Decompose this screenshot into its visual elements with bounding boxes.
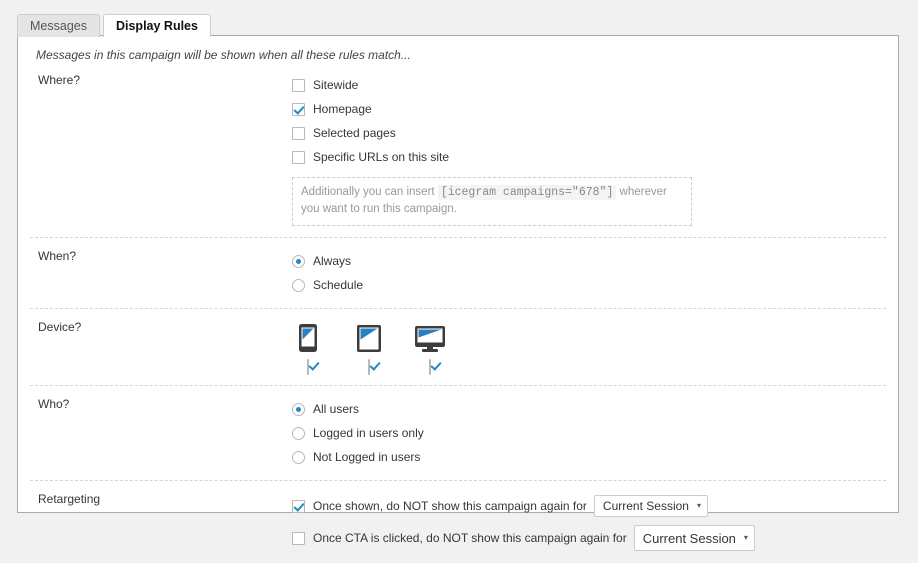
tab-display-rules[interactable]: Display Rules — [103, 14, 211, 37]
option-sitewide-label: Sitewide — [313, 78, 358, 92]
device-options — [292, 320, 886, 374]
who-label: Who? — [30, 397, 292, 411]
chevron-down-icon: ▾ — [697, 502, 701, 510]
shortcode-note: Additionally you can insert [icegram cam… — [292, 177, 692, 226]
tab-messages[interactable]: Messages — [17, 14, 100, 37]
option-schedule[interactable]: Schedule — [292, 273, 886, 297]
radio-always[interactable] — [292, 255, 305, 268]
desktop-icon — [415, 322, 445, 352]
option-specific-urls-label: Specific URLs on this site — [313, 150, 449, 164]
checkbox-once-shown[interactable] — [292, 500, 305, 513]
option-specific-urls[interactable]: Specific URLs on this site — [292, 145, 886, 169]
device-tablet[interactable] — [353, 322, 385, 374]
radio-logged-in-users[interactable] — [292, 427, 305, 440]
option-selected-pages[interactable]: Selected pages — [292, 121, 886, 145]
radio-not-logged-in-users[interactable] — [292, 451, 305, 464]
retarget-cta-clicked-row: Once CTA is clicked, do NOT show this ca… — [292, 524, 886, 552]
select-cta-clicked-value: Current Session — [643, 531, 736, 546]
retargeting-options: Once shown, do NOT show this campaign ag… — [292, 492, 886, 552]
checkbox-selected-pages[interactable] — [292, 127, 305, 140]
device-tablet-check-wrap — [368, 360, 370, 374]
retarget-once-shown-row: Once shown, do NOT show this campaign ag… — [292, 492, 886, 520]
once-shown-label: Once shown, do NOT show this campaign ag… — [313, 499, 587, 513]
shortcode-note-prefix: Additionally you can insert — [301, 186, 435, 198]
retargeting-label: Retargeting — [30, 492, 292, 506]
rule-row-who: Who? All users Logged in users only Not … — [30, 386, 886, 481]
checkbox-device-mobile[interactable] — [307, 359, 309, 375]
option-logged-in-users[interactable]: Logged in users only — [292, 421, 886, 445]
option-all-users-label: All users — [313, 402, 359, 416]
checkbox-specific-urls[interactable] — [292, 151, 305, 164]
shortcode-value[interactable]: [icegram campaigns="678"] — [438, 185, 617, 200]
checkbox-sitewide[interactable] — [292, 79, 305, 92]
tablet-icon — [357, 322, 381, 352]
device-desktop[interactable] — [414, 322, 446, 374]
cta-clicked-label: Once CTA is clicked, do NOT show this ca… — [313, 531, 627, 545]
option-homepage[interactable]: Homepage — [292, 97, 886, 121]
radio-schedule[interactable] — [292, 279, 305, 292]
option-always[interactable]: Always — [292, 249, 886, 273]
option-selected-pages-label: Selected pages — [313, 126, 396, 140]
rule-row-retargeting: Retargeting Once shown, do NOT show this… — [30, 481, 886, 563]
rule-row-device: Device? — [30, 309, 886, 386]
select-once-shown-value: Current Session — [603, 499, 689, 513]
select-cta-clicked-duration[interactable]: Current Session ▾ — [634, 525, 755, 551]
panel-intro-text: Messages in this campaign will be shown … — [28, 36, 888, 62]
option-not-logged-in-users-label: Not Logged in users — [313, 450, 420, 464]
device-desktop-check-wrap — [429, 360, 431, 374]
rule-row-where: Where? Sitewide Homepage Selected pages … — [30, 62, 886, 238]
option-homepage-label: Homepage — [313, 102, 372, 116]
who-options: All users Logged in users only Not Logge… — [292, 397, 886, 469]
checkbox-device-desktop[interactable] — [429, 359, 431, 375]
device-mobile-check-wrap — [307, 360, 309, 374]
option-all-users[interactable]: All users — [292, 397, 886, 421]
select-once-shown-duration[interactable]: Current Session ▾ — [594, 495, 708, 517]
device-mobile[interactable] — [292, 322, 324, 374]
checkbox-device-tablet[interactable] — [368, 359, 370, 375]
device-label: Device? — [30, 320, 292, 334]
tab-bar: Messages Display Rules — [17, 13, 214, 37]
display-rules-panel: Messages in this campaign will be shown … — [17, 35, 899, 513]
option-schedule-label: Schedule — [313, 278, 363, 292]
option-always-label: Always — [313, 254, 351, 268]
chevron-down-icon-2: ▾ — [744, 534, 748, 542]
option-sitewide[interactable]: Sitewide — [292, 73, 886, 97]
checkbox-cta-clicked[interactable] — [292, 532, 305, 545]
where-label: Where? — [30, 73, 292, 87]
where-options: Sitewide Homepage Selected pages Specifi… — [292, 73, 886, 226]
mobile-icon — [299, 322, 317, 352]
radio-all-users[interactable] — [292, 403, 305, 416]
option-not-logged-in-users[interactable]: Not Logged in users — [292, 445, 886, 469]
rule-row-when: When? Always Schedule — [30, 238, 886, 309]
when-label: When? — [30, 249, 292, 263]
checkbox-homepage[interactable] — [292, 103, 305, 116]
when-options: Always Schedule — [292, 249, 886, 297]
option-logged-in-users-label: Logged in users only — [313, 426, 424, 440]
